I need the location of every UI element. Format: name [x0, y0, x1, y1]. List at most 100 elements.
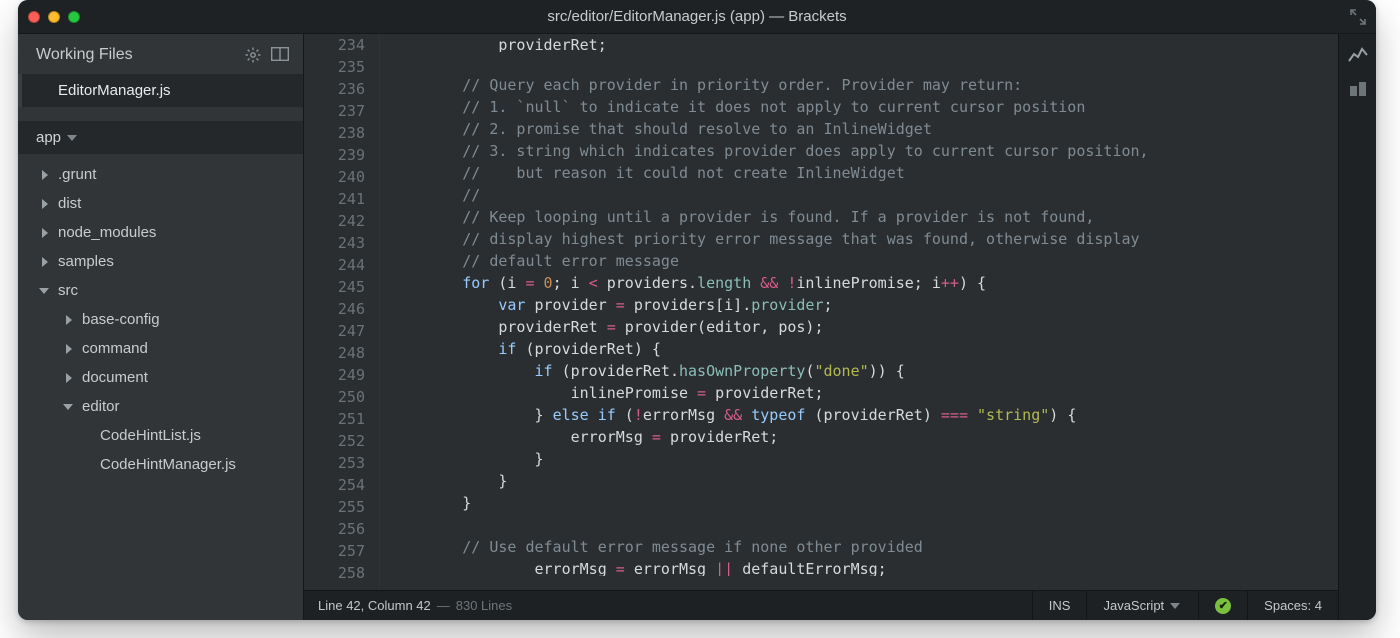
line-number[interactable]: 235 — [304, 56, 365, 78]
caret-right-icon — [42, 170, 48, 180]
code-line[interactable]: // Use default error message if none oth… — [390, 536, 1338, 558]
tree-folder[interactable]: samples — [18, 247, 303, 276]
tree-folder[interactable]: document — [18, 363, 303, 392]
code-line[interactable]: for (i = 0; i < providers.length && !inl… — [390, 272, 1338, 294]
live-preview-icon[interactable] — [1348, 46, 1368, 64]
working-files-header[interactable]: Working Files — [18, 36, 303, 74]
code-line[interactable]: errorMsg = providerRet; — [390, 426, 1338, 448]
code-line[interactable]: } else if (!errorMsg && typeof (provider… — [390, 404, 1338, 426]
caret-right-icon — [66, 344, 72, 354]
working-files-label: Working Files — [36, 46, 133, 64]
tree-folder[interactable]: node_modules — [18, 218, 303, 247]
line-number[interactable]: 255 — [304, 496, 365, 518]
status-separator: — — [437, 598, 450, 613]
line-number[interactable]: 258 — [304, 562, 365, 584]
code-line[interactable]: // 2. promise that should resolve to an … — [390, 118, 1338, 140]
code-line[interactable]: errorMsg = errorMsg || defaultErrorMsg; — [390, 558, 1338, 576]
line-number[interactable]: 256 — [304, 518, 365, 540]
editor-pane: 2342352362372382392402412422432442452462… — [304, 34, 1338, 620]
code-line[interactable]: // 1. `null` to indicate it does not app… — [390, 96, 1338, 118]
code-line[interactable]: var provider = providers[i].provider; — [390, 294, 1338, 316]
minimize-window-button[interactable] — [48, 11, 60, 23]
code-line[interactable]: // 3. string which indicates provider do… — [390, 140, 1338, 162]
code-line[interactable]: // Keep looping until a provider is foun… — [390, 206, 1338, 228]
right-toolbar — [1338, 34, 1376, 620]
line-number[interactable]: 257 — [304, 540, 365, 562]
window-title: src/editor/EditorManager.js (app) — Brac… — [18, 8, 1376, 25]
code-line[interactable]: if (providerRet.hasOwnProperty("done")) … — [390, 360, 1338, 382]
line-number[interactable]: 242 — [304, 210, 365, 232]
gear-icon[interactable] — [245, 47, 261, 63]
tree-folder[interactable]: .grunt — [18, 160, 303, 189]
line-number[interactable]: 240 — [304, 166, 365, 188]
code-line[interactable]: // default error message — [390, 250, 1338, 272]
line-number[interactable]: 248 — [304, 342, 365, 364]
caret-down-icon — [39, 288, 49, 294]
file-tree: .grunt dist node_modules samples src bas… — [18, 154, 303, 620]
lint-status[interactable]: ✔ — [1198, 591, 1247, 620]
code-line[interactable]: } — [390, 492, 1338, 514]
line-number[interactable]: 237 — [304, 100, 365, 122]
code-line[interactable]: // but reason it could not create Inline… — [390, 162, 1338, 184]
insert-mode-toggle[interactable]: INS — [1032, 591, 1087, 620]
tree-file[interactable]: CodeHintManager.js — [18, 450, 303, 479]
code-line[interactable] — [390, 514, 1338, 536]
line-number[interactable]: 250 — [304, 386, 365, 408]
extension-manager-icon[interactable] — [1348, 80, 1368, 98]
project-name: app — [36, 129, 61, 146]
project-dropdown[interactable]: app — [18, 121, 303, 154]
code-line[interactable]: providerRet = provider(editor, pos); — [390, 316, 1338, 338]
indent-settings[interactable]: Spaces: 4 — [1247, 591, 1338, 620]
caret-right-icon — [42, 199, 48, 209]
line-number[interactable]: 251 — [304, 408, 365, 430]
line-number[interactable]: 234 — [304, 34, 365, 56]
code-content[interactable]: providerRet; // Query each provider in p… — [380, 34, 1338, 590]
caret-right-icon — [66, 373, 72, 383]
cursor-status[interactable]: Line 42, Column 42 — 830 Lines — [304, 598, 1032, 613]
zoom-window-button[interactable] — [68, 11, 80, 23]
working-file-name: EditorManager.js — [58, 82, 171, 99]
code-line[interactable]: inlinePromise = providerRet; — [390, 382, 1338, 404]
line-number[interactable]: 253 — [304, 452, 365, 474]
code-line[interactable]: } — [390, 470, 1338, 492]
expand-window-icon[interactable] — [1350, 9, 1366, 25]
sidebar: Working Files EditorManager.js — [18, 34, 304, 620]
tree-folder[interactable]: command — [18, 334, 303, 363]
tree-file[interactable]: CodeHintList.js — [18, 421, 303, 450]
line-number[interactable]: 236 — [304, 78, 365, 100]
total-lines: 830 Lines — [456, 598, 512, 613]
code-line[interactable] — [390, 52, 1338, 74]
working-file-item[interactable]: EditorManager.js — [18, 74, 303, 107]
tree-folder[interactable]: dist — [18, 189, 303, 218]
code-line[interactable]: // Query each provider in priority order… — [390, 74, 1338, 96]
line-number[interactable]: 245 — [304, 276, 365, 298]
line-number[interactable]: 254 — [304, 474, 365, 496]
code-editor[interactable]: 2342352362372382392402412422432442452462… — [304, 34, 1338, 590]
code-line[interactable]: } — [390, 448, 1338, 470]
line-number[interactable]: 246 — [304, 298, 365, 320]
line-number[interactable]: 241 — [304, 188, 365, 210]
tree-folder[interactable]: base-config — [18, 305, 303, 334]
code-line[interactable]: // — [390, 184, 1338, 206]
caret-down-icon — [63, 404, 73, 410]
titlebar[interactable]: src/editor/EditorManager.js (app) — Brac… — [18, 0, 1376, 34]
line-number[interactable]: 243 — [304, 232, 365, 254]
split-view-icon[interactable] — [271, 47, 289, 63]
language-mode-dropdown[interactable]: JavaScript — [1086, 591, 1198, 620]
tree-folder[interactable]: src — [18, 276, 303, 305]
code-line[interactable]: // display highest priority error messag… — [390, 228, 1338, 250]
line-gutter[interactable]: 2342352362372382392402412422432442452462… — [304, 34, 380, 590]
line-number[interactable]: 239 — [304, 144, 365, 166]
line-number[interactable]: 244 — [304, 254, 365, 276]
line-number[interactable]: 247 — [304, 320, 365, 342]
main-area: Working Files EditorManager.js — [18, 34, 1376, 620]
close-window-button[interactable] — [28, 11, 40, 23]
line-number[interactable]: 249 — [304, 364, 365, 386]
line-number[interactable]: 252 — [304, 430, 365, 452]
code-line[interactable]: providerRet; — [390, 34, 1338, 52]
status-bar: Line 42, Column 42 — 830 Lines INS JavaS… — [304, 590, 1338, 620]
code-line[interactable]: if (providerRet) { — [390, 338, 1338, 360]
line-number[interactable]: 238 — [304, 122, 365, 144]
window-controls — [28, 11, 80, 23]
tree-folder[interactable]: editor — [18, 392, 303, 421]
